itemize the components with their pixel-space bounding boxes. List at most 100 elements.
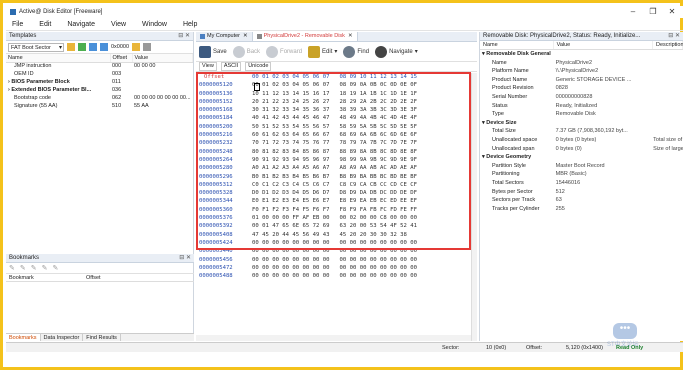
property-row[interactable]: Sectors per Track 63 (480, 196, 683, 205)
hex-row[interactable]: 0000005120 00 01 02 03 04 05 06 07 08 09 … (196, 81, 477, 89)
hex-row[interactable]: 0000005472 00 00 00 00 00 00 00 00 00 00 … (196, 264, 477, 272)
hex-bytes[interactable]: 00 00 00 00 00 00 00 00 00 00 00 00 00 0… (252, 256, 417, 264)
property-row[interactable]: Unallocated span 0 bytes (0) Size of large… (480, 145, 683, 154)
hex-bytes[interactable]: 00 00 00 00 00 00 00 00 00 00 00 00 00 0… (252, 272, 417, 280)
hex-bytes[interactable]: E0 E1 E2 E3 E4 E5 E6 E7 E8 E9 EA EB EC E… (252, 197, 417, 205)
hex-bytes[interactable]: 40 41 42 43 44 45 46 47 48 49 4A 4B 4C 4… (252, 114, 417, 122)
property-row[interactable]: Partition Style Master Boot Record (480, 162, 683, 171)
tab-my-computer[interactable]: My Computer ✕ (196, 32, 253, 41)
property-row[interactable]: Tracks per Cylinder 255 (480, 205, 683, 214)
hex-row[interactable]: 0000005248 80 81 82 83 84 85 86 87 88 89 … (196, 148, 477, 156)
property-row[interactable]: Platform Name \\.\PhysicalDrive2 (480, 67, 683, 76)
hex-bytes[interactable]: C0 C1 C2 C3 C4 C5 C6 C7 C8 C9 CA CB CC C… (252, 181, 417, 189)
hex-bytes[interactable]: 20 21 22 23 24 25 26 27 28 29 2A 2B 2C 2… (252, 98, 417, 106)
hex-bytes[interactable]: 00 00 00 00 00 00 00 00 00 00 00 00 00 0… (252, 264, 417, 272)
vertical-scrollbar[interactable] (471, 73, 477, 341)
property-row[interactable]: Unallocated space 0 bytes (0 bytes) Total … (480, 136, 683, 145)
property-row[interactable]: Name PhysicalDrive2 (480, 59, 683, 68)
edit-bookmark-icon[interactable]: ✎ (20, 264, 26, 272)
add-bookmark-icon[interactable]: ✎ (9, 264, 15, 272)
hex-row[interactable]: 0000005216 60 61 62 63 64 65 66 67 68 69 … (196, 131, 477, 139)
hex-row[interactable]: 0000005456 00 00 00 00 00 00 00 00 00 00 … (196, 256, 477, 264)
hex-bytes[interactable]: 01 00 00 00 FF AF EB 00 00 02 00 00 C8 0… (252, 214, 417, 222)
property-row[interactable]: Partitioning MBR (Basic) (480, 170, 683, 179)
menu-navigate[interactable]: Navigate (67, 21, 95, 28)
panel-close-icon[interactable]: ⊟ ✕ (178, 32, 190, 41)
property-category[interactable]: ▾ Removable Disk General (480, 50, 683, 59)
hex-bytes[interactable]: 00 00 00 00 00 00 00 00 00 00 00 00 00 0… (252, 239, 417, 247)
hex-bytes[interactable]: 10 11 12 13 14 15 16 17 18 19 1A 1B 1C 1… (252, 90, 417, 98)
property-row[interactable]: Product Revision 0828 (480, 84, 683, 93)
chevron-down-icon[interactable]: ▾ (415, 48, 418, 55)
move-up-icon[interactable] (100, 43, 108, 51)
forward-button[interactable]: Forward (266, 45, 302, 58)
panel-close-icon[interactable]: ⊟ ✕ (179, 254, 191, 263)
col-value[interactable]: Value (132, 54, 193, 63)
hex-row[interactable]: 0000005168 30 31 32 33 34 35 36 37 38 39 … (196, 106, 477, 114)
col-value[interactable]: Value (554, 41, 653, 49)
tab-data-inspector[interactable]: Data Inspector (41, 334, 84, 341)
tab-find-results[interactable]: Find Results (83, 334, 121, 341)
apply-icon[interactable] (78, 43, 86, 51)
close-tab-icon[interactable]: ✕ (243, 32, 248, 41)
hex-bytes[interactable]: 00 01 47 65 6E 65 72 69 63 20 00 53 54 4… (252, 222, 417, 230)
hex-row[interactable]: 0000005136 10 11 12 13 14 15 16 17 18 19 … (196, 90, 477, 98)
hex-row[interactable]: 0000005488 00 00 00 00 00 00 00 00 00 00 … (196, 272, 477, 280)
prev-bookmark-icon[interactable]: ✎ (42, 264, 48, 272)
property-row[interactable]: Total Size 7.37 GB (7,908,360,192 byt... (480, 127, 683, 136)
hex-row[interactable]: 0000005376 01 00 00 00 FF AF EB 00 00 02 … (196, 214, 477, 222)
save-button[interactable]: Save (199, 45, 227, 58)
back-button[interactable]: Back (232, 45, 260, 58)
hex-row[interactable]: 0000005424 00 00 00 00 00 00 00 00 00 00 … (196, 239, 477, 247)
unicode-toggle[interactable]: Unicode (245, 62, 272, 71)
next-bookmark-icon[interactable]: ✎ (53, 264, 59, 272)
horizontal-scrollbar[interactable] (196, 335, 471, 341)
menu-help[interactable]: Help (183, 21, 197, 28)
ascii-toggle[interactable]: ASCII (220, 62, 242, 71)
tab-bookmarks[interactable]: Bookmarks (6, 334, 41, 341)
table-row[interactable]: › Extended BIOS Parameter Bl... 036 (6, 86, 193, 94)
table-row[interactable]: Signature (55 AA) 510 55 AA (6, 102, 193, 110)
table-row[interactable]: OEM ID 003 (6, 70, 193, 78)
property-row[interactable]: Status Ready, Initialized (480, 102, 683, 111)
hex-row[interactable]: 0000005280 A0 A1 A2 A3 A4 A5 A6 A7 A8 A9 … (196, 164, 477, 172)
hex-bytes[interactable]: 70 71 72 73 74 75 76 77 78 79 7A 7B 7C 7… (252, 139, 417, 147)
navigate-button[interactable]: Navigate ▾ (375, 45, 418, 58)
menu-edit[interactable]: Edit (39, 21, 51, 28)
view-button[interactable]: View (199, 62, 217, 71)
property-row[interactable]: Total Sectors 15446016 (480, 179, 683, 188)
hex-row[interactable]: 0000005408 47 45 20 44 45 56 49 43 45 20 … (196, 231, 477, 239)
hex-bytes[interactable]: 00 01 02 03 04 05 06 07 08 09 0A 0B 0C 0… (252, 81, 417, 89)
hex-row[interactable]: 0000005344 E0 E1 E2 E3 E4 E5 E6 E7 E8 E9 … (196, 197, 477, 205)
hex-row[interactable]: 0000005360 F0 F1 F2 F3 F4 F5 F6 F7 F8 F9 … (196, 206, 477, 214)
hex-row[interactable]: 0000005440 00 00 00 00 00 00 00 00 00 00 … (196, 247, 477, 255)
close-button[interactable]: ✕ (663, 6, 681, 18)
hex-row[interactable]: 0000005200 50 51 52 53 54 55 56 57 58 59 … (196, 123, 477, 131)
col-name[interactable]: Name (6, 54, 111, 63)
move-down-icon[interactable] (89, 43, 97, 51)
hex-row[interactable]: 0000005328 D0 D1 D2 D3 D4 D5 D6 D7 D8 D9 … (196, 189, 477, 197)
col-description[interactable]: Description (653, 41, 683, 49)
delete-bookmark-icon[interactable]: ✎ (31, 264, 37, 272)
property-row[interactable]: Product Name Generic STORAGE DEVICE ... (480, 76, 683, 85)
hex-bytes[interactable]: 60 61 62 63 64 65 66 67 68 69 6A 6B 6C 6… (252, 131, 417, 139)
hex-bytes[interactable]: F0 F1 F2 F3 F4 F5 F6 F7 F8 F9 FA FB FC F… (252, 206, 417, 214)
property-category[interactable]: ▾ Device Geometry (480, 153, 683, 162)
property-row[interactable]: Serial Number 000000000828 (480, 93, 683, 102)
clear-icon[interactable] (143, 43, 152, 51)
property-row[interactable]: Bytes per Sector 512 (480, 188, 683, 197)
menu-file[interactable]: File (12, 21, 23, 28)
property-row[interactable]: Type Removable Disk (480, 110, 683, 119)
hex-bytes[interactable]: 50 51 52 53 54 55 56 57 58 59 5A 5B 5C 5… (252, 123, 417, 131)
hex-row[interactable]: 0000005264 90 91 92 93 94 95 96 97 98 99 … (196, 156, 477, 164)
menu-view[interactable]: View (111, 21, 126, 28)
col-offset[interactable]: Offset (86, 274, 101, 281)
hex-bytes[interactable]: D0 D1 D2 D3 D4 D5 D6 D7 D8 D9 DA DB DC D… (252, 189, 417, 197)
offset-field[interactable]: 0x0000 (111, 44, 129, 50)
chevron-down-icon[interactable]: ▾ (334, 48, 337, 55)
hex-row[interactable]: 0000005392 00 01 47 65 6E 65 72 69 63 20 … (196, 222, 477, 230)
hex-bytes[interactable]: A0 A1 A2 A3 A4 A5 A6 A7 A8 A9 AA AB AC A… (252, 164, 417, 172)
refresh-icon[interactable] (67, 43, 75, 51)
col-name[interactable]: Name (480, 41, 554, 49)
property-category[interactable]: ▾ Device Size (480, 119, 683, 128)
